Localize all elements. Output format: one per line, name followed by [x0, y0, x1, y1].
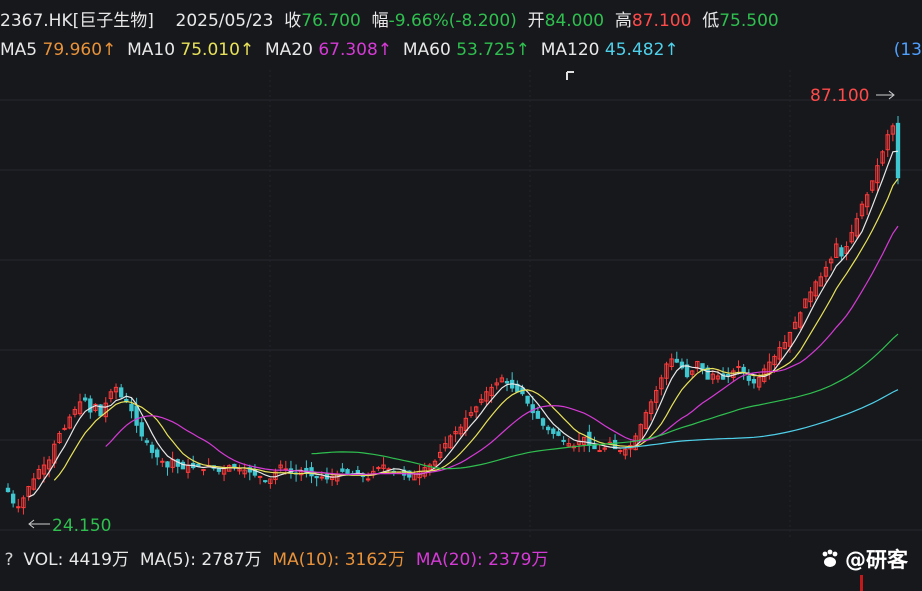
ma5-line [28, 150, 899, 498]
candle-body [597, 450, 602, 453]
candle-body [746, 375, 751, 381]
candle-body [355, 470, 360, 474]
candle-body [365, 478, 371, 481]
candle-body [16, 506, 21, 509]
candle-body [155, 449, 160, 458]
ma20-label: MA20 [264, 40, 313, 60]
ma5-value: 79.960↑ [42, 40, 117, 60]
volume-bar-peek [860, 575, 863, 591]
candle-body [551, 428, 556, 434]
open-value: 84.000 [544, 11, 605, 31]
candle-body [165, 461, 170, 468]
ma60-label: MA60 [402, 40, 451, 60]
quote-date: 2025/05/23 [175, 11, 274, 31]
candle-body [119, 387, 124, 398]
symbol-name[interactable]: 2367.HK[巨子生物] [0, 11, 154, 31]
candle-body [504, 381, 510, 384]
candle-body [160, 460, 165, 463]
help-icon[interactable]: ? [0, 550, 18, 570]
candle-body [88, 398, 93, 413]
low-value: 75.500 [719, 11, 779, 31]
candle-body [525, 395, 530, 404]
close-value: 76.700 [301, 11, 361, 31]
candle-body [129, 403, 134, 412]
quote-header: 2367.HK[巨子生物] 2025/05/23 收76.700 幅-9.66%… [0, 6, 779, 32]
vol-ma10-value: 3162万 [344, 550, 405, 570]
candle-body [232, 463, 237, 468]
vol-ma20-label: MA(20): [415, 550, 483, 570]
ma5-label: MA5 [0, 40, 38, 60]
candle-body [561, 439, 566, 442]
candle-body [345, 469, 350, 475]
open-label: 开 [527, 11, 545, 31]
close-label: 收 [284, 11, 302, 31]
candle-body [674, 358, 679, 363]
candle-body [540, 418, 546, 426]
ma120-label: MA120 [540, 40, 600, 60]
vol-ma10-label: MA(10): [272, 550, 340, 570]
high-label: 高 [614, 11, 632, 31]
candle-body [530, 404, 535, 414]
candle-body [556, 431, 561, 436]
high-value: 87.100 [631, 11, 692, 31]
ma10-label: MA10 [127, 40, 176, 60]
watermark-text: @研客 [845, 548, 908, 572]
ma120-value: 45.482↑ [604, 40, 679, 60]
change-value: -9.66%(-8.200) [388, 11, 517, 31]
candle-body [376, 467, 381, 470]
candle-body [319, 476, 324, 479]
low-marker-label: 24.150 [52, 516, 111, 536]
vol-value: 4419万 [68, 550, 129, 570]
candle-body [895, 122, 901, 179]
ma20-value: 67.308↑ [318, 40, 393, 60]
candle-body [5, 487, 11, 493]
candle-body [340, 468, 345, 472]
ma120-line [620, 389, 899, 449]
candle-body [82, 397, 88, 401]
vol-label: VOL: [23, 550, 64, 570]
candle-body [751, 379, 757, 384]
ma-lines-layer [28, 150, 899, 498]
vol-ma5-label: MA(5): [139, 550, 196, 570]
vol-ma5-value: 2787万 [201, 550, 262, 570]
volume-legend: ? VOL: 4419万 MA(5): 2787万 MA(10): 3162万 … [0, 545, 548, 573]
candle-body [546, 426, 551, 431]
candle-body [10, 493, 16, 504]
price-markers: 87.100 24.150 [28, 71, 895, 536]
change-label: 幅 [371, 11, 389, 31]
candle-body [839, 247, 844, 257]
ma60-value: 53.725↑ [456, 40, 530, 60]
candle-body [736, 366, 741, 369]
ma10-value: 75.010↑ [180, 40, 255, 60]
candle-body [314, 475, 319, 479]
watermark: @研客 [819, 544, 908, 574]
candle-body [726, 373, 731, 376]
chart-grid [0, 70, 922, 540]
candle-body [257, 475, 263, 478]
candle-body [149, 444, 155, 453]
candle-body [263, 480, 268, 483]
paw-icon [822, 549, 838, 567]
low-label: 低 [702, 11, 720, 31]
candle-body [139, 422, 144, 437]
candle-body [618, 450, 623, 453]
candle-body [180, 461, 186, 470]
candles-layer [5, 115, 901, 515]
vol-ma20-value: 2379万 [488, 550, 549, 570]
candle-body [535, 410, 541, 419]
candle-body [144, 440, 150, 443]
candle-body [134, 405, 139, 426]
candle-body [62, 427, 67, 430]
ma-legend: MA5 79.960↑ MA10 75.010↑ MA20 67.308↑ MA… [0, 40, 679, 64]
candlestick-chart[interactable]: 87.100 24.150 [0, 70, 922, 540]
scroll-button[interactable]: (13 [894, 40, 922, 60]
high-marker-label: 87.100 [810, 86, 869, 106]
crosshair-corner [566, 71, 574, 80]
